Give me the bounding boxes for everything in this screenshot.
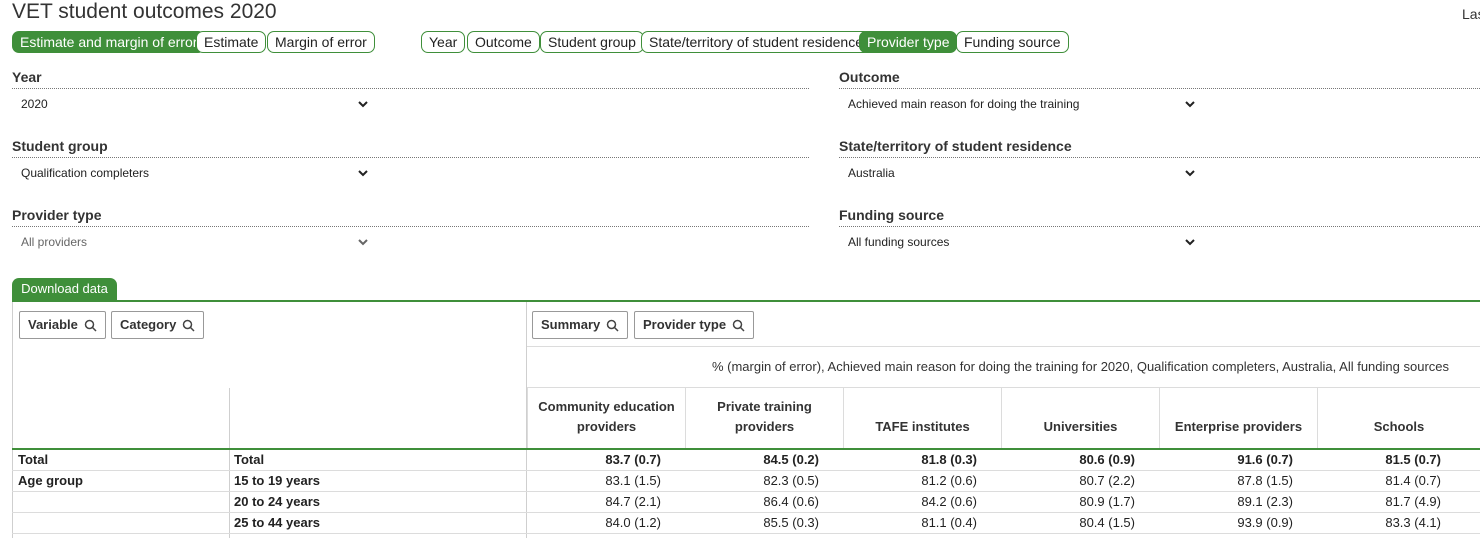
row-category: Total (234, 452, 265, 467)
table-cell: 91.6 (0.7) (1237, 452, 1293, 467)
table-header-divider (527, 346, 1480, 347)
provider-type-filter-button[interactable]: Provider type (634, 311, 755, 339)
table-cell: 84.2 (0.6) (921, 494, 977, 509)
outcome-select[interactable]: Achieved main reason for doing the train… (848, 97, 1198, 113)
table-caption: % (margin of error), Achieved main reaso… (711, 359, 1449, 374)
search-icon (183, 319, 195, 332)
table-cell: 81.2 (0.6) (921, 473, 977, 488)
filter-student-group-label: Student group (12, 138, 108, 154)
year-select-value: 2020 (21, 97, 48, 111)
outcome-select-value: Achieved main reason for doing the train… (848, 97, 1080, 111)
table-row: Total Total 83.7 (0.7) 84.5 (0.2) 81.8 (… (12, 450, 1480, 471)
state-select[interactable]: Australia (848, 166, 1198, 182)
filter-state-label: State/territory of student residence (839, 138, 1072, 154)
summary-filter-button[interactable]: Summary (532, 311, 629, 339)
filter-divider (12, 226, 809, 227)
provider-type-filter-label: Provider type (643, 317, 727, 332)
row-category: 15 to 19 years (234, 473, 321, 488)
table-cell: 89.1 (2.3) (1237, 494, 1293, 509)
category-filter-button[interactable]: Category (111, 311, 205, 339)
row-variable: Age group (18, 473, 83, 488)
table-cell: 80.4 (1.5) (1079, 515, 1135, 530)
summary-filter-label: Summary (541, 317, 601, 332)
student-group-select[interactable]: Qualification completers (21, 166, 371, 182)
toggle-estimate-and-margin[interactable]: Estimate and margin of error (12, 31, 206, 53)
filter-divider (12, 88, 809, 89)
column-header[interactable]: Community education providers (527, 388, 685, 448)
filter-divider (839, 226, 1480, 227)
toggle-estimate[interactable]: Estimate (196, 31, 267, 53)
table-top-rule (12, 300, 1480, 302)
download-data-button[interactable]: Download data (12, 278, 117, 300)
filter-provider-type-label: Provider type (12, 207, 102, 223)
toggle-margin-of-error[interactable]: Margin of error (267, 31, 375, 53)
chevron-down-icon (358, 101, 368, 108)
table-cell: 86.4 (0.6) (763, 494, 819, 509)
provider-type-select[interactable]: All providers (21, 235, 371, 251)
funding-source-select-value: All funding sources (848, 235, 950, 249)
table-cell: 80.9 (1.7) (1079, 494, 1135, 509)
table-cell: 84.5 (0.2) (763, 452, 819, 467)
table-cell: 81.4 (0.7) (1385, 473, 1441, 488)
chevron-down-icon (1185, 239, 1195, 246)
toggle-outcome[interactable]: Outcome (467, 31, 540, 53)
table-row: Age group 15 to 19 years 83.1 (1.5) 82.3… (12, 471, 1480, 492)
toggle-provider-type[interactable]: Provider type (859, 31, 958, 53)
toggle-state-territory[interactable]: State/territory of student residence (641, 31, 871, 53)
table-cell: 84.7 (2.1) (605, 494, 661, 509)
filter-outcome-label: Outcome (839, 69, 900, 85)
table-cell: 82.3 (0.5) (763, 473, 819, 488)
year-select[interactable]: 2020 (21, 97, 371, 113)
search-icon (732, 319, 745, 332)
provider-type-select-value: All providers (21, 235, 88, 249)
table-cell: 80.7 (2.2) (1079, 473, 1135, 488)
column-header[interactable]: Private training providers (685, 388, 843, 448)
funding-source-select[interactable]: All funding sources (848, 235, 1198, 251)
table-cell: 81.1 (0.4) (921, 515, 977, 530)
chevron-down-icon (1185, 170, 1195, 177)
chevron-down-icon (1185, 101, 1195, 108)
chevron-down-icon (358, 239, 368, 246)
student-group-select-value: Qualification completers (21, 166, 150, 180)
table-cell: 93.9 (0.9) (1237, 515, 1293, 530)
table-row: 25 to 44 years 84.0 (1.2) 85.5 (0.3) 81.… (12, 513, 1480, 534)
toggle-funding-source[interactable]: Funding source (956, 31, 1069, 53)
filter-divider (12, 157, 809, 158)
column-header[interactable]: Schools (1317, 388, 1480, 448)
table-row: 20 to 24 years 84.7 (2.1) 86.4 (0.6) 84.… (12, 492, 1480, 513)
filter-funding-source-label: Funding source (839, 207, 944, 223)
table-cell: 83.3 (4.1) (1385, 515, 1441, 530)
column-header[interactable]: Universities (1001, 388, 1159, 448)
column-header[interactable]: TAFE institutes (843, 388, 1001, 448)
chevron-down-icon (358, 170, 368, 177)
variable-filter-label: Variable (28, 317, 78, 332)
toggle-student-group[interactable]: Student group (540, 31, 644, 53)
page-title: VET student outcomes 2020 (12, 0, 277, 23)
variable-filter-button[interactable]: Variable (19, 311, 106, 339)
table-cell: 87.8 (1.5) (1237, 473, 1293, 488)
state-select-value: Australia (848, 166, 895, 180)
row-category: 20 to 24 years (234, 494, 321, 509)
row-category: 25 to 44 years (234, 515, 321, 530)
table-cell: 81.5 (0.7) (1385, 452, 1441, 467)
search-icon (84, 319, 97, 332)
search-icon (607, 319, 619, 332)
filter-divider (839, 157, 1480, 158)
row-variable: Total (18, 452, 49, 467)
table-cell: 83.7 (0.7) (605, 452, 661, 467)
table-cell: 85.5 (0.3) (763, 515, 819, 530)
top-right-text: Las (1462, 6, 1480, 22)
table-cell: 81.7 (4.9) (1385, 494, 1441, 509)
table-cell: 84.0 (1.2) (605, 515, 661, 530)
table-cell: 83.1 (1.5) (605, 473, 661, 488)
table-cell: 80.6 (0.9) (1079, 452, 1135, 467)
category-filter-label: Category (120, 317, 177, 332)
column-header[interactable]: Enterprise providers (1159, 388, 1317, 448)
filter-year-label: Year (12, 69, 42, 85)
filter-divider (839, 88, 1480, 89)
toggle-year[interactable]: Year (421, 31, 466, 53)
table-cell: 81.8 (0.3) (921, 452, 977, 467)
